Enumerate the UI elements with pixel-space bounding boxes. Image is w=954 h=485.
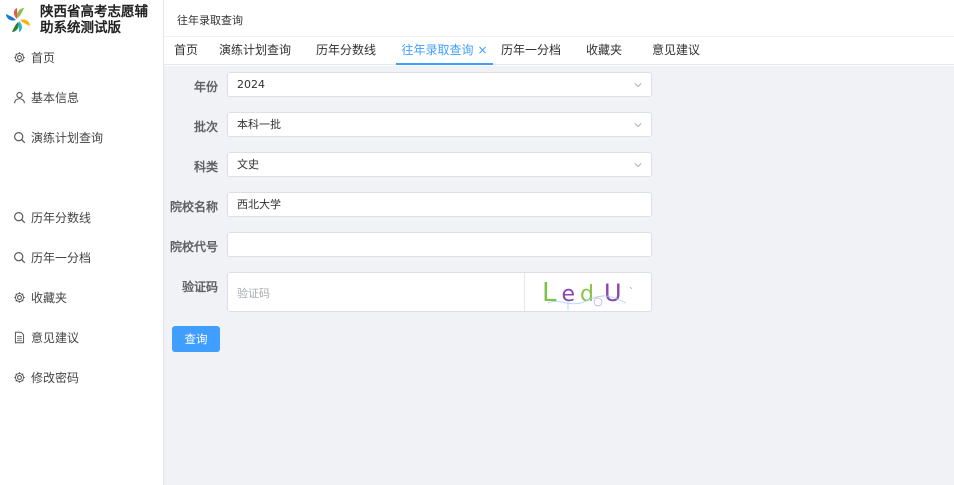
year-label: 年份: [193, 80, 218, 94]
captcha-text: LedU: [542, 278, 624, 308]
subject-value: 文史: [237, 158, 259, 171]
sidebar-item-label: 历年一分档: [31, 250, 92, 265]
chevron-down-icon: [634, 163, 642, 168]
app-logo-icon: [6, 8, 30, 32]
tab-admission-query[interactable]: 往年录取查询 ×: [396, 37, 493, 65]
app-title: 陕西省高考志愿辅 助系统测试版: [40, 4, 164, 36]
sidebar: 陕西省高考志愿辅 助系统测试版 首页 基本信息 演练计划查询 历年分数线 历年一…: [0, 0, 164, 485]
sidebar-item-label: 收藏夹: [31, 290, 68, 305]
school-code-input[interactable]: [227, 232, 652, 257]
tab-favorites[interactable]: 收藏夹: [582, 37, 626, 65]
subject-select[interactable]: 文史: [227, 152, 652, 177]
app-title-line2: 助系统测试版: [40, 20, 121, 36]
tab-label: 演练计划查询: [218, 43, 291, 57]
captcha-field[interactable]: 验证码 LedU: [227, 272, 652, 312]
search-icon: [12, 130, 26, 144]
sidebar-item-label: 意见建议: [31, 330, 80, 345]
batch-select[interactable]: 本科一批: [227, 112, 652, 137]
year-select[interactable]: 2024: [227, 72, 652, 97]
captcha-char: d: [580, 282, 596, 307]
sidebar-item-label: 历年分数线: [31, 210, 92, 225]
gear-icon: [12, 370, 26, 384]
brand: 陕西省高考志愿辅 助系统测试版: [4, 4, 162, 36]
school-name-label: 院校名称: [169, 200, 218, 214]
sidebar-item-home[interactable]: 首页: [0, 44, 163, 70]
sidebar-item-score-lines[interactable]: 历年分数线: [0, 204, 163, 230]
sidebar-item-score-rank[interactable]: 历年一分档: [0, 244, 163, 270]
chevron-down-icon: [634, 83, 642, 88]
captcha-placeholder: 验证码: [237, 287, 270, 300]
main-content: 年份 2024 批次 本科一批 科类 文史 院校名称 西北大学 院校代号 验证码…: [164, 66, 954, 485]
tab-label: 首页: [173, 43, 198, 57]
captcha-label: 验证码: [181, 280, 218, 294]
subject-label: 科类: [193, 160, 218, 174]
captcha-divider: [524, 273, 525, 311]
top-bar: 往年录取查询: [164, 0, 954, 37]
sidebar-item-label: 首页: [31, 50, 56, 65]
query-button[interactable]: 查询: [172, 326, 220, 352]
chevron-down-icon: [634, 123, 642, 128]
sidebar-item-label: 基本信息: [31, 90, 80, 105]
tab-score-lines[interactable]: 历年分数线: [312, 37, 380, 65]
user-icon: [12, 90, 26, 104]
search-icon: [12, 210, 26, 224]
tab-label: 收藏夹: [585, 43, 622, 57]
batch-label: 批次: [193, 120, 218, 134]
sidebar-item-favorites[interactable]: 收藏夹: [0, 284, 163, 310]
document-icon: [12, 330, 26, 344]
gear-icon: [12, 50, 26, 64]
sidebar-item-plan-query[interactable]: 演练计划查询: [0, 124, 163, 150]
search-icon: [12, 250, 26, 264]
sidebar-item-change-password[interactable]: 修改密码: [0, 364, 163, 390]
school-name-input[interactable]: 西北大学: [227, 192, 652, 217]
tab-score-rank[interactable]: 历年一分档: [497, 37, 565, 65]
year-value: 2024: [237, 78, 265, 91]
breadcrumb: 往年录取查询: [177, 14, 243, 27]
captcha-char: U: [604, 279, 624, 307]
tab-label: 历年一分档: [500, 43, 561, 57]
tab-feedback[interactable]: 意见建议: [648, 37, 704, 65]
captcha-image[interactable]: LedU: [540, 273, 636, 311]
tab-plan-query[interactable]: 演练计划查询: [215, 37, 295, 65]
tab-bar: 首页 演练计划查询 历年分数线 往年录取查询 × 历年一分档 收藏夹 意见建议: [164, 37, 954, 65]
close-icon[interactable]: ×: [477, 43, 487, 57]
sidebar-item-label: 演练计划查询: [31, 130, 104, 145]
sidebar-item-basic-info[interactable]: 基本信息: [0, 84, 163, 110]
tab-label: 往年录取查询: [401, 43, 474, 57]
gear-icon: [12, 290, 26, 304]
app-title-line1: 陕西省高考志愿辅: [40, 4, 148, 20]
tab-label: 历年分数线: [315, 43, 376, 57]
captcha-char: L: [542, 278, 559, 308]
tab-label: 意见建议: [651, 43, 700, 57]
tab-home[interactable]: 首页: [169, 37, 203, 65]
sidebar-item-feedback[interactable]: 意见建议: [0, 324, 163, 350]
school-code-label: 院校代号: [169, 240, 218, 254]
batch-value: 本科一批: [237, 118, 281, 131]
sidebar-item-label: 修改密码: [31, 370, 80, 385]
school-name-value: 西北大学: [237, 198, 281, 211]
